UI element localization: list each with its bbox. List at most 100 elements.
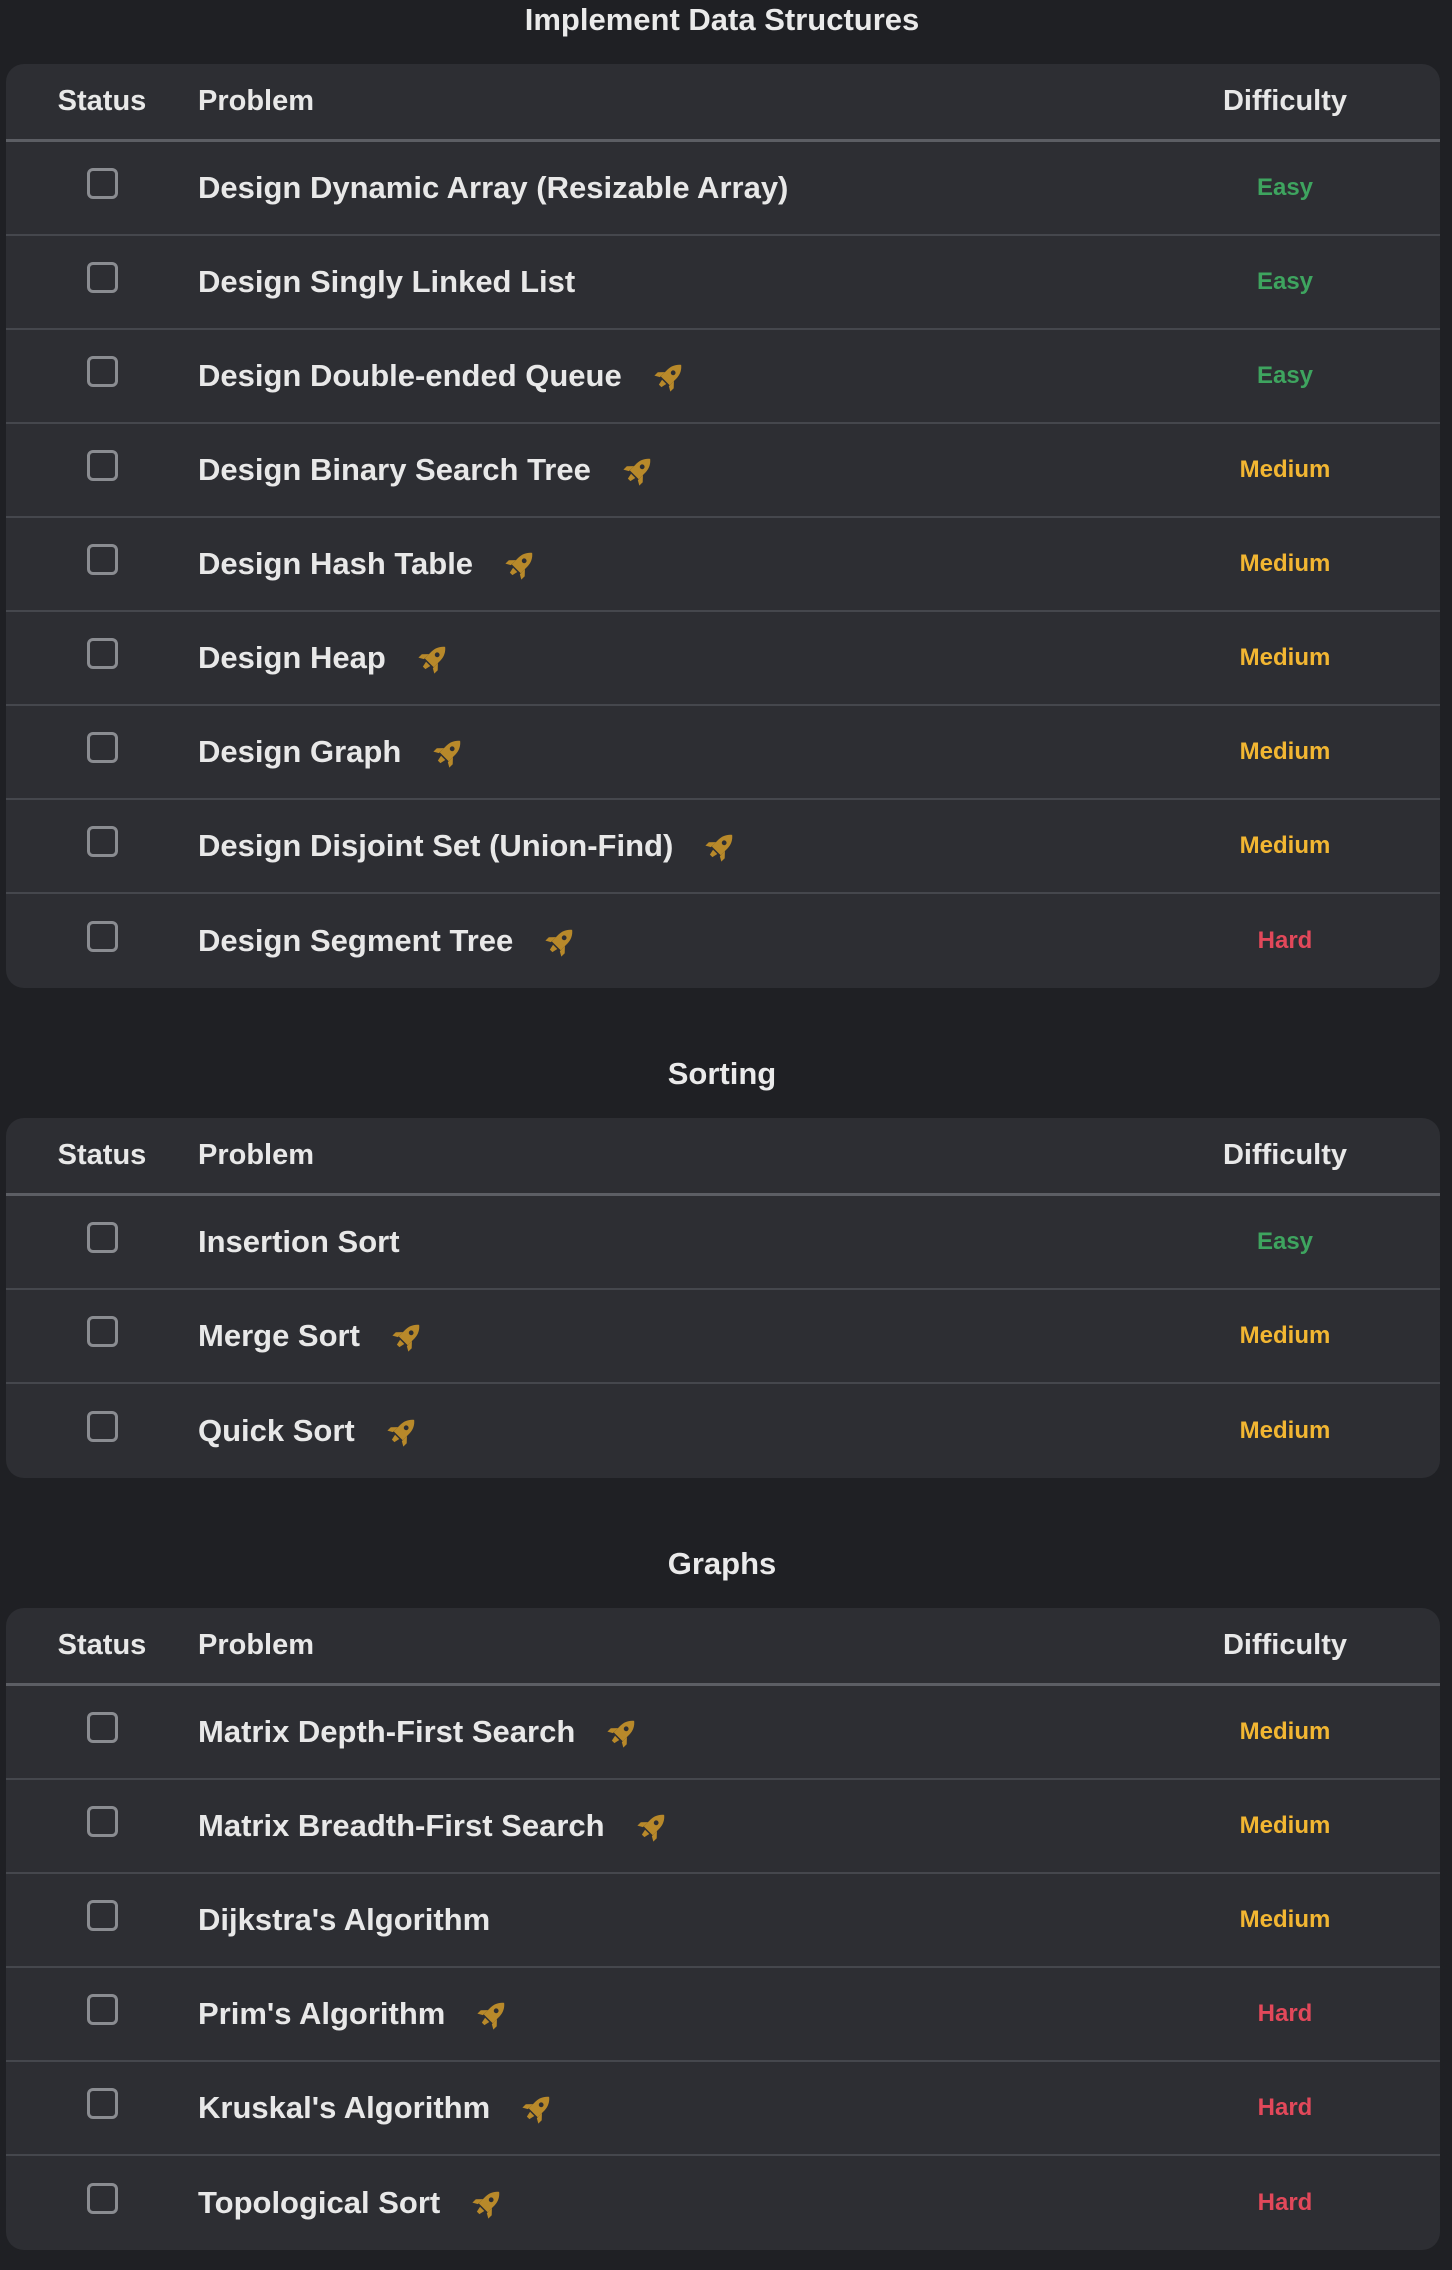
- status-checkbox[interactable]: [86, 2182, 118, 2214]
- rocket-icon: [652, 358, 688, 394]
- status-cell: [6, 1315, 198, 1347]
- table-header: Status Problem Difficulty: [6, 1608, 1440, 1686]
- status-checkbox[interactable]: [86, 1899, 118, 1931]
- difficulty-badge: Medium: [1239, 456, 1331, 483]
- difficulty-badge: Medium: [1239, 1718, 1331, 1745]
- status-cell: [6, 167, 198, 199]
- problem-link[interactable]: Kruskal's Algorithm: [198, 2090, 490, 2126]
- problem-link[interactable]: Merge Sort: [198, 1318, 360, 1354]
- status-checkbox[interactable]: [86, 167, 118, 199]
- difficulty-badge: Medium: [1239, 1417, 1331, 1444]
- status-checkbox[interactable]: [86, 543, 118, 575]
- problem-link[interactable]: Design Heap: [198, 640, 386, 676]
- rocket-icon: [635, 1808, 671, 1844]
- problem-link[interactable]: Design Disjoint Set (Union-Find): [198, 828, 673, 864]
- status-cell: [6, 731, 198, 763]
- problem-cell: Design Graph: [198, 734, 1130, 770]
- problem-link[interactable]: Quick Sort: [198, 1413, 355, 1449]
- table-row: Dijkstra's Algorithm Medium: [6, 1874, 1440, 1968]
- problem-link[interactable]: Design Segment Tree: [198, 923, 513, 959]
- problem-table: Status Problem Difficulty Insertion Sort Eas…: [6, 1118, 1440, 1478]
- rocket-icon: [503, 546, 539, 582]
- status-checkbox[interactable]: [86, 731, 118, 763]
- problem-column-header: Problem: [198, 1139, 315, 1171]
- rocket-icon: [621, 452, 657, 488]
- table-row: Design Singly Linked List Easy: [6, 236, 1440, 330]
- problem-table: Status Problem Difficulty Design Dynamic Ar…: [6, 64, 1440, 988]
- problem-link[interactable]: Design Graph: [198, 734, 401, 770]
- problem-column-header: Problem: [198, 1629, 315, 1661]
- table-row: Design Hash Table Medium: [6, 518, 1440, 612]
- problem-cell: Design Heap: [198, 640, 1130, 676]
- section-title: Graphs: [667, 1546, 777, 1581]
- section-title: Implement Data Structures: [524, 2, 920, 37]
- rocket-icon: [385, 1413, 421, 1449]
- status-checkbox[interactable]: [86, 637, 118, 669]
- problem-link[interactable]: Design Double-ended Queue: [198, 358, 622, 394]
- rocket-icon: [416, 640, 452, 676]
- problem-cell: Design Disjoint Set (Union-Find): [198, 828, 1130, 864]
- status-column-header: Status: [57, 85, 147, 117]
- status-cell: [6, 1410, 198, 1442]
- status-checkbox[interactable]: [86, 355, 118, 387]
- status-checkbox[interactable]: [86, 1805, 118, 1837]
- table-header: Status Problem Difficulty: [6, 1118, 1440, 1196]
- status-checkbox[interactable]: [86, 1221, 118, 1253]
- status-checkbox[interactable]: [86, 2087, 118, 2119]
- table-row: Topological Sort Hard: [6, 2156, 1440, 2250]
- table-header: Status Problem Difficulty: [6, 64, 1440, 142]
- difficulty-badge: Easy: [1256, 362, 1314, 389]
- rocket-icon: [470, 2185, 506, 2221]
- table-row: Matrix Breadth-First Search Medium: [6, 1780, 1440, 1874]
- difficulty-badge: Medium: [1239, 1322, 1331, 1349]
- table-row: Design Binary Search Tree Medium: [6, 424, 1440, 518]
- problem-link[interactable]: Design Hash Table: [198, 546, 473, 582]
- status-checkbox[interactable]: [86, 261, 118, 293]
- status-checkbox[interactable]: [86, 920, 118, 952]
- problem-cell: Quick Sort: [198, 1413, 1130, 1449]
- table-row: Insertion Sort Easy: [6, 1196, 1440, 1290]
- status-checkbox[interactable]: [86, 1993, 118, 2025]
- difficulty-badge: Hard: [1257, 2094, 1313, 2121]
- problem-link[interactable]: Topological Sort: [198, 2185, 440, 2221]
- problem-link[interactable]: Insertion Sort: [198, 1224, 400, 1260]
- table-row: Design Graph Medium: [6, 706, 1440, 800]
- rocket-icon: [605, 1714, 641, 1750]
- status-checkbox[interactable]: [86, 1711, 118, 1743]
- problem-link[interactable]: Matrix Breadth-First Search: [198, 1808, 605, 1844]
- status-cell: [6, 920, 198, 952]
- problem-cell: Kruskal's Algorithm: [198, 2090, 1130, 2126]
- table-row: Merge Sort Medium: [6, 1290, 1440, 1384]
- problem-link[interactable]: Matrix Depth-First Search: [198, 1714, 575, 1750]
- rocket-icon: [475, 1996, 511, 2032]
- problem-cell: Matrix Breadth-First Search: [198, 1808, 1130, 1844]
- problem-link[interactable]: Design Binary Search Tree: [198, 452, 591, 488]
- problem-cell: Merge Sort: [198, 1318, 1130, 1354]
- difficulty-badge: Medium: [1239, 550, 1331, 577]
- table-row: Design Segment Tree Hard: [6, 894, 1440, 988]
- status-cell: [6, 543, 198, 575]
- problem-cell: Design Hash Table: [198, 546, 1130, 582]
- rocket-icon: [390, 1318, 426, 1354]
- status-cell: [6, 449, 198, 481]
- status-cell: [6, 825, 198, 857]
- status-checkbox[interactable]: [86, 1315, 118, 1347]
- status-checkbox[interactable]: [86, 449, 118, 481]
- problem-link[interactable]: Design Singly Linked List: [198, 264, 575, 300]
- status-cell: [6, 637, 198, 669]
- status-checkbox[interactable]: [86, 1410, 118, 1442]
- problem-link[interactable]: Dijkstra's Algorithm: [198, 1902, 490, 1938]
- rocket-icon: [431, 734, 467, 770]
- table-row: Design Heap Medium: [6, 612, 1440, 706]
- problem-link[interactable]: Prim's Algorithm: [198, 1996, 445, 2032]
- status-cell: [6, 355, 198, 387]
- status-checkbox[interactable]: [86, 825, 118, 857]
- problem-link[interactable]: Design Dynamic Array (Resizable Array): [198, 170, 788, 206]
- difficulty-column-header: Difficulty: [1222, 1139, 1348, 1171]
- difficulty-badge: Hard: [1257, 927, 1313, 954]
- problem-cell: Design Dynamic Array (Resizable Array): [198, 170, 1130, 206]
- rocket-icon: [703, 828, 739, 864]
- difficulty-badge: Easy: [1256, 1228, 1314, 1255]
- difficulty-column-header: Difficulty: [1222, 85, 1348, 117]
- difficulty-badge: Easy: [1256, 268, 1314, 295]
